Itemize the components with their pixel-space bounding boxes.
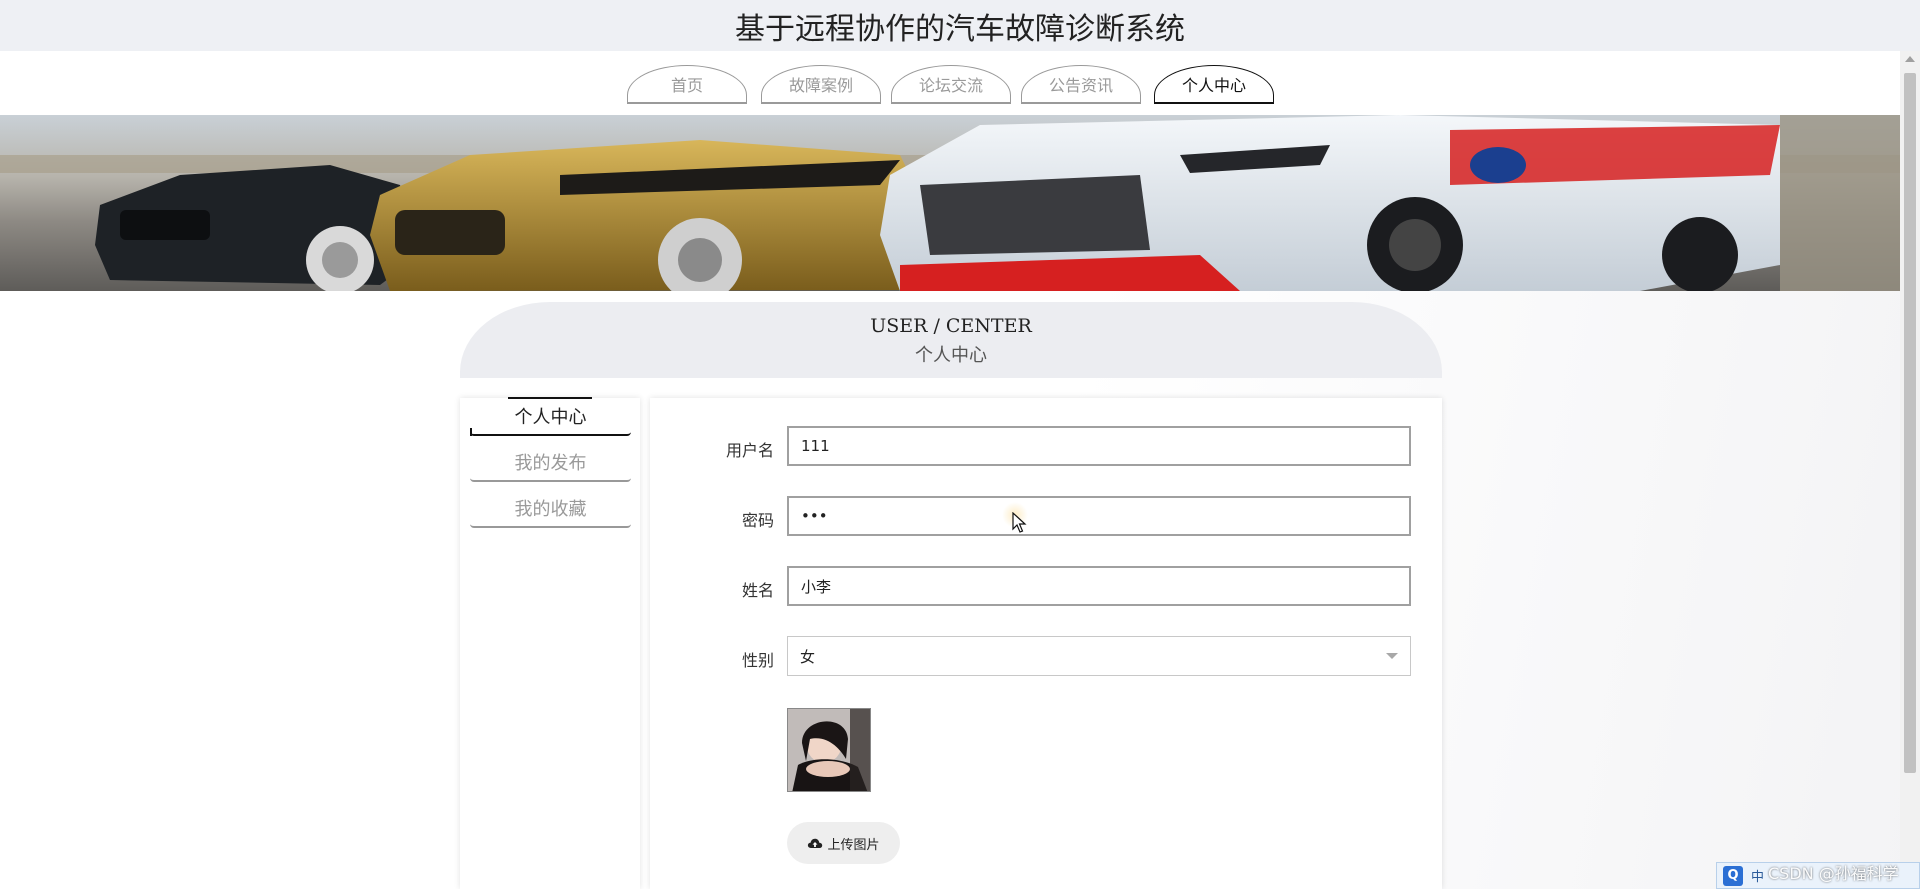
- name-input[interactable]: 小李: [787, 566, 1411, 606]
- nav-tab-home[interactable]: 首页: [627, 65, 747, 104]
- gender-label: 性别: [741, 651, 774, 670]
- site-title: 基于远程协作的汽车故障诊断系统: [735, 11, 1185, 47]
- gender-select[interactable]: 女: [787, 636, 1411, 676]
- side-menu: 个人中心 我的发布 我的收藏: [460, 397, 640, 889]
- nav-tab-forum[interactable]: 论坛交流: [891, 65, 1011, 104]
- scroll-up-icon[interactable]: [1905, 56, 1915, 62]
- page-scrollbar[interactable]: [1900, 51, 1920, 889]
- ime-mode-label[interactable]: 中: [1751, 866, 1764, 885]
- upload-image-button[interactable]: 上传图片: [787, 822, 900, 864]
- section-header: USER / CENTER 个人中心: [460, 302, 1442, 378]
- nav-tab-fault-cases[interactable]: 故障案例: [761, 65, 881, 104]
- password-input[interactable]: •••: [787, 496, 1411, 536]
- avatar-photo: [788, 709, 870, 791]
- banner-cars-image: [0, 115, 1900, 291]
- side-item-user-center[interactable]: 个人中心: [470, 397, 631, 436]
- profile-form-panel: 用户名 111 密码 ••• 姓名 小李 性别 女 上传图片: [650, 398, 1442, 889]
- hero-banner: [0, 115, 1900, 291]
- section-title-en: USER / CENTER: [870, 315, 1032, 337]
- side-item-my-favorites[interactable]: 我的收藏: [470, 490, 631, 528]
- section-title-cn: 个人中心: [915, 345, 987, 366]
- nav-tab-user-center[interactable]: 个人中心: [1154, 65, 1274, 104]
- gender-select-value: 女: [800, 647, 816, 666]
- upload-image-label: 上传图片: [827, 837, 880, 853]
- watermark: CSDN @孙福科学: [1768, 864, 1899, 883]
- side-item-my-posts[interactable]: 我的发布: [470, 444, 631, 482]
- cloud-upload-icon: [808, 838, 823, 848]
- main-nav: 首页 故障案例 论坛交流 公告资讯 个人中心: [0, 51, 1900, 115]
- title-bar: 基于远程协作的汽车故障诊断系统: [0, 0, 1920, 51]
- mouse-cursor-icon: [1012, 512, 1027, 533]
- name-label: 姓名: [741, 581, 774, 600]
- nav-tab-announcements[interactable]: 公告资讯: [1021, 65, 1141, 104]
- username-input[interactable]: 111: [787, 426, 1411, 466]
- chevron-down-icon: [1386, 653, 1398, 659]
- ime-logo-icon[interactable]: Q: [1723, 865, 1743, 886]
- username-label: 用户名: [725, 441, 774, 460]
- password-label: 密码: [741, 511, 774, 530]
- avatar: [787, 708, 871, 792]
- scroll-thumb[interactable]: [1904, 73, 1916, 773]
